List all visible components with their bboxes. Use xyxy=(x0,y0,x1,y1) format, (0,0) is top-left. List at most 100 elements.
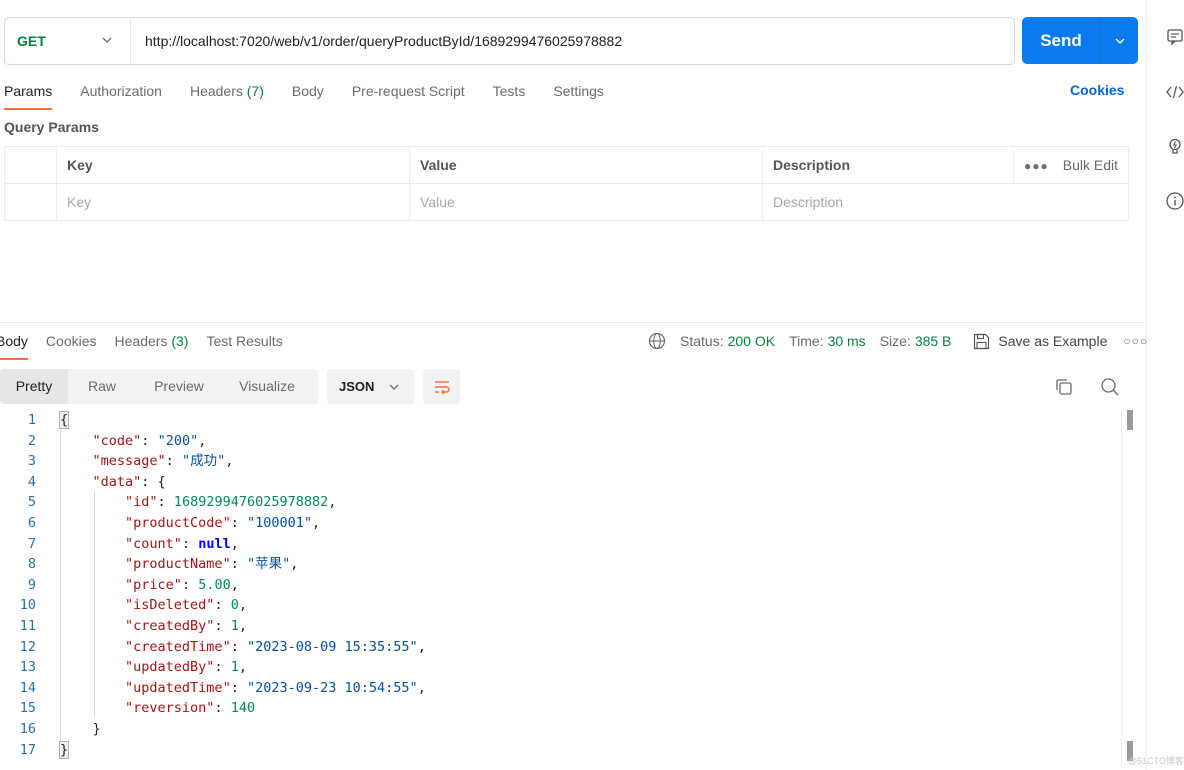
tab-test-results[interactable]: Test Results xyxy=(206,330,282,360)
tab-label: Pre-request Script xyxy=(351,83,465,99)
tab-response-body[interactable]: Body xyxy=(0,330,28,360)
search-icon[interactable] xyxy=(1100,377,1120,397)
code-line: 12 "createdTime": "2023-08-09 15:35:55", xyxy=(0,637,1120,658)
method-label: GET xyxy=(17,33,46,49)
globe-icon[interactable] xyxy=(648,332,666,350)
code-line: 3 "message": "成功", xyxy=(0,451,1120,472)
line-number: 6 xyxy=(27,514,36,531)
line-number: 17 xyxy=(19,741,36,758)
info-icon[interactable] xyxy=(1165,191,1184,211)
format-label: JSON xyxy=(339,379,375,394)
code-line: 15 "reversion": 140 xyxy=(0,698,1120,719)
line-number: 8 xyxy=(27,556,36,573)
response-body-editor[interactable]: 1{ 2 "code": "200", 3 "message": "成功", 4… xyxy=(0,410,1120,760)
right-sidebar xyxy=(1146,0,1184,770)
code-line: 2 "code": "200", xyxy=(0,431,1120,452)
row-checkbox[interactable] xyxy=(4,183,57,221)
time-value[interactable]: 30 ms xyxy=(828,333,866,349)
table-header-row: Key Value Description ●●● Bulk Edit xyxy=(4,146,1129,184)
tab-label: Body xyxy=(291,83,324,99)
line-number: 2 xyxy=(27,432,36,449)
wrap-lines-button[interactable] xyxy=(423,369,460,404)
code-line: 4 "data": { xyxy=(0,472,1120,493)
bulk-edit-label: Bulk Edit xyxy=(1062,157,1118,173)
code-line: 17} xyxy=(0,740,1120,761)
description-input[interactable]: Description xyxy=(762,183,1129,221)
send-button[interactable]: Send xyxy=(1022,17,1138,64)
code-value: 200 xyxy=(165,432,191,449)
is-deleted-value: 0 xyxy=(230,597,239,614)
tab-headers[interactable]: Headers (7) xyxy=(190,80,264,110)
description-column-header: Description xyxy=(762,146,1014,184)
product-code-value: 100001 xyxy=(255,514,304,531)
tab-pre-request-script[interactable]: Pre-request Script xyxy=(352,80,465,110)
code-line: 10 "isDeleted": 0, xyxy=(0,595,1120,616)
view-preview-button[interactable]: Preview xyxy=(136,369,222,404)
key-input[interactable]: Key xyxy=(56,183,410,221)
tab-settings[interactable]: Settings xyxy=(553,80,604,110)
tab-response-cookies[interactable]: Cookies xyxy=(46,330,97,360)
code-line: 9 "price": 5.00, xyxy=(0,575,1120,596)
id-value: 1689299476025978882 xyxy=(173,494,329,511)
created-time-value: 2023-08-09 15:35:55 xyxy=(255,638,410,655)
tab-label: Body xyxy=(0,333,28,349)
line-number: 12 xyxy=(19,638,36,655)
tab-params[interactable]: Params xyxy=(4,80,53,110)
url-bar: GET xyxy=(4,17,1015,65)
updated-by-value: 1 xyxy=(230,659,239,676)
cookies-link[interactable]: Cookies xyxy=(1070,82,1124,98)
code-line: 7 "count": null, xyxy=(0,534,1120,555)
reversion-value: 140 xyxy=(230,700,256,717)
value-input[interactable]: Value xyxy=(409,183,763,221)
line-number: 7 xyxy=(27,535,36,552)
view-pretty-button[interactable]: Pretty xyxy=(0,369,68,404)
line-number: 4 xyxy=(27,473,36,490)
message-value: 成功 xyxy=(190,453,218,470)
status-value[interactable]: 200 OK xyxy=(728,333,775,349)
view-mode-group: Pretty Raw Preview Visualize xyxy=(0,369,318,404)
send-label: Send xyxy=(1040,30,1082,50)
save-as-example-button[interactable]: Save as Example xyxy=(973,333,1107,350)
more-icon: ●●● xyxy=(1024,159,1049,173)
created-by-value: 1 xyxy=(230,617,239,634)
status-label: Status: xyxy=(680,333,724,349)
pane-divider[interactable] xyxy=(0,322,1146,323)
send-divider xyxy=(1100,17,1101,64)
code-line: 11 "createdBy": 1, xyxy=(0,616,1120,637)
bulk-edit-button[interactable]: ●●● Bulk Edit xyxy=(1013,146,1129,184)
count-value: null xyxy=(198,535,231,552)
line-number: 16 xyxy=(19,720,36,737)
copy-icon[interactable] xyxy=(1054,377,1074,397)
line-number: 13 xyxy=(19,659,36,676)
tab-body[interactable]: Body xyxy=(292,80,324,110)
line-number: 9 xyxy=(27,576,36,593)
tab-tests[interactable]: Tests xyxy=(493,80,526,110)
method-select[interactable]: GET xyxy=(5,18,131,64)
code-icon[interactable] xyxy=(1165,82,1184,102)
line-number: 14 xyxy=(19,679,36,696)
more-options-icon[interactable]: ○○○ xyxy=(1123,334,1148,348)
wrap-lines-icon xyxy=(434,380,450,394)
lightbulb-icon[interactable] xyxy=(1165,136,1184,156)
send-options-button[interactable] xyxy=(1101,35,1138,47)
url-input[interactable] xyxy=(131,18,1014,64)
chevron-down-icon xyxy=(1115,38,1124,44)
save-as-example-label: Save as Example xyxy=(998,333,1108,349)
comment-icon[interactable] xyxy=(1165,27,1184,47)
tab-authorization[interactable]: Authorization xyxy=(80,80,162,110)
query-params-title: Query Params xyxy=(4,119,99,135)
response-meta: Status: 200 OK Time: 30 ms Size: 385 B S… xyxy=(648,332,1148,350)
key-column-header: Key xyxy=(56,146,410,184)
tab-label: Cookies xyxy=(45,333,97,349)
response-tabs: Body Cookies Headers (3) Test Results xyxy=(0,330,301,360)
vertical-scrollbar[interactable] xyxy=(1121,410,1134,765)
line-number: 1 xyxy=(27,412,36,428)
save-icon xyxy=(974,333,990,349)
tab-response-headers[interactable]: Headers (3) xyxy=(115,330,189,360)
view-raw-button[interactable]: Raw xyxy=(68,369,136,404)
format-select[interactable]: JSON xyxy=(327,369,414,404)
view-visualize-button[interactable]: Visualize xyxy=(222,369,312,404)
price-value: 5.00 xyxy=(198,576,231,593)
scrollbar-thumb[interactable] xyxy=(1127,410,1133,430)
size-value[interactable]: 385 B xyxy=(915,333,952,349)
